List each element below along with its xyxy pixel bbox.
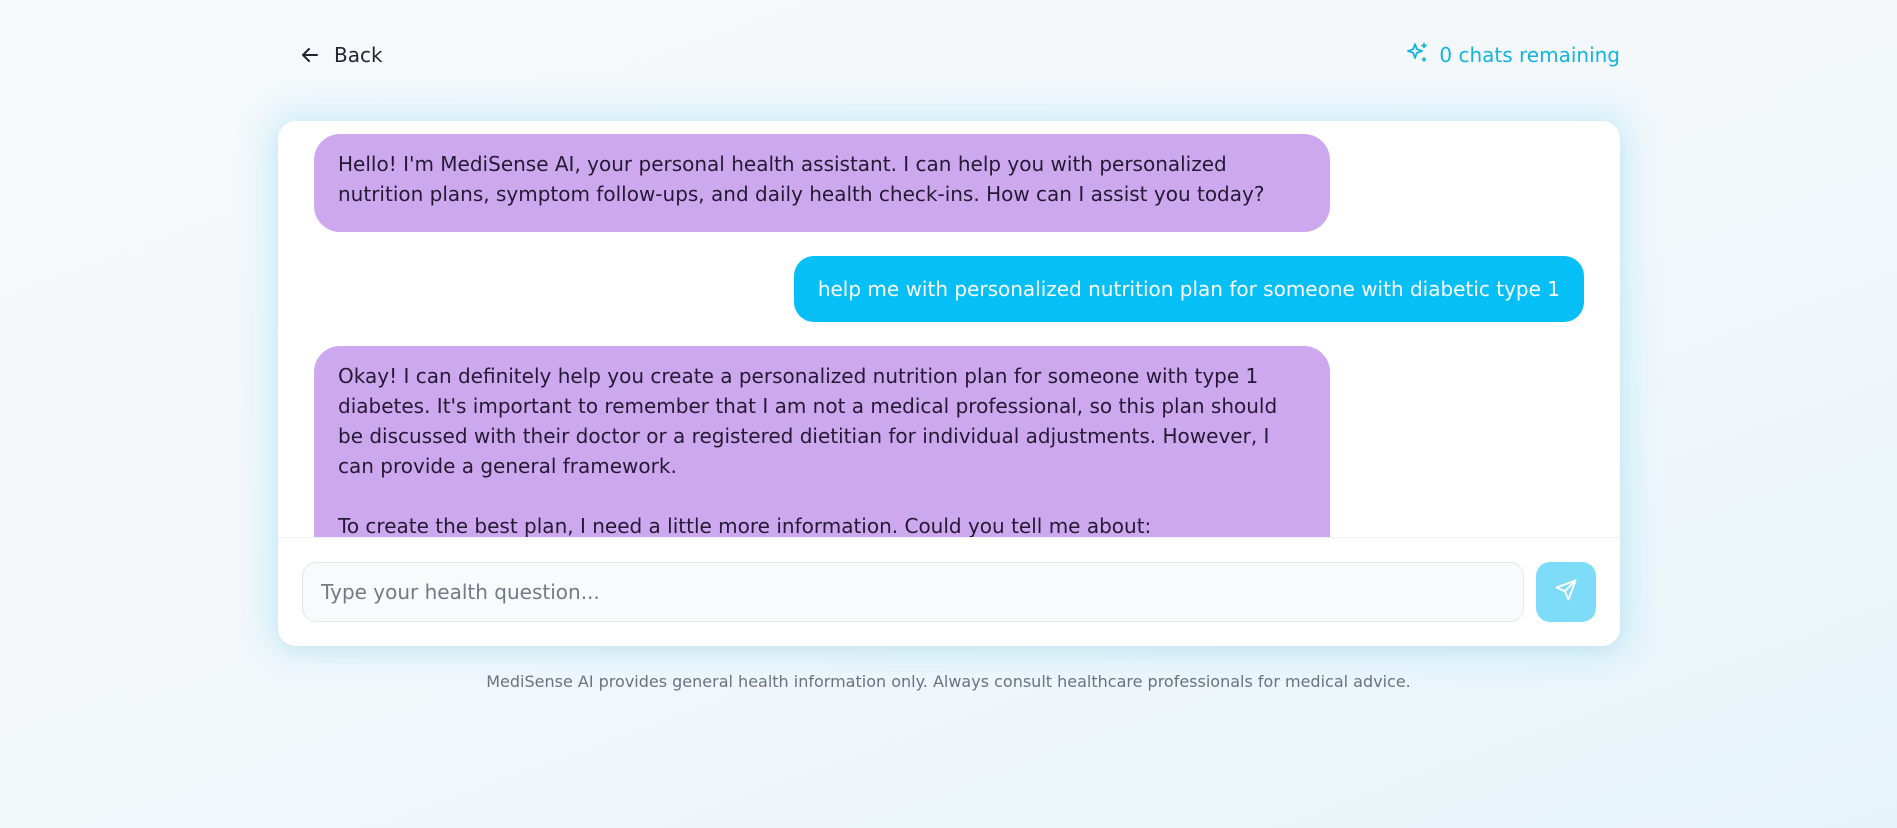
user-message: help me with personalized nutrition plan…	[793, 256, 1584, 322]
back-button[interactable]: Back	[300, 36, 383, 74]
message-list[interactable]: Hello! I'm MediSense AI, your personal h…	[278, 121, 1620, 537]
health-question-input[interactable]	[303, 563, 1523, 621]
send-button[interactable]	[1536, 562, 1596, 622]
medical-disclaimer: MediSense AI provides general health inf…	[486, 672, 1411, 691]
sparkles-icon	[1405, 41, 1429, 70]
chats-remaining-label: 0 chats remaining	[1439, 43, 1620, 67]
chat-panel: Hello! I'm MediSense AI, your personal h…	[278, 121, 1620, 646]
assistant-message: Okay! I can definitely help you create a…	[314, 346, 1330, 537]
arrow-left-icon	[300, 45, 320, 65]
message-text: To create the best plan, I need a little…	[338, 514, 1152, 537]
chats-remaining-indicator: 0 chats remaining	[1405, 36, 1620, 74]
back-label: Back	[334, 43, 383, 67]
assistant-message: Hello! I'm MediSense AI, your personal h…	[314, 134, 1330, 232]
message-text: Hello! I'm MediSense AI, your personal h…	[338, 152, 1265, 206]
message-composer	[278, 537, 1620, 646]
message-text: Okay! I can definitely help you create a…	[338, 364, 1278, 478]
health-question-input-wrapper	[302, 562, 1524, 622]
top-bar: Back 0 chats remaining	[278, 36, 1620, 74]
message-text: help me with personalized nutrition plan…	[817, 277, 1560, 301]
send-icon	[1554, 578, 1578, 606]
